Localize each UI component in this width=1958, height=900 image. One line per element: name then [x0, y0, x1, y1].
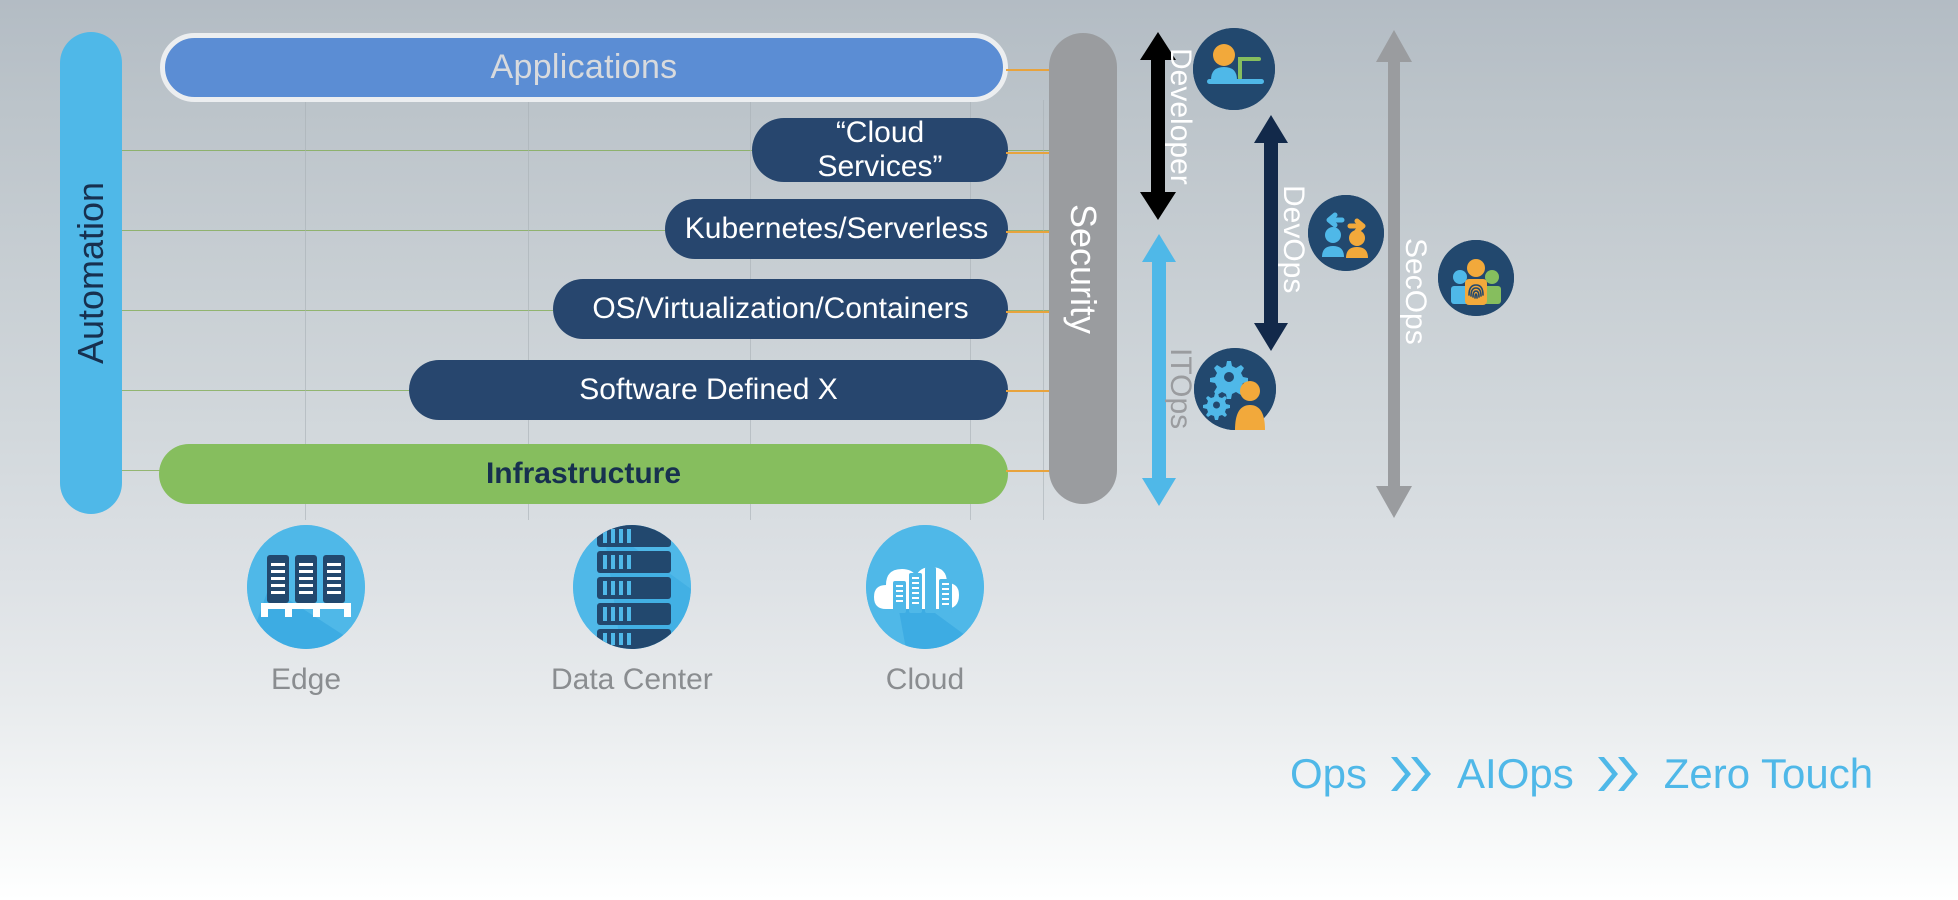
connector-applications-security [1006, 69, 1050, 71]
connector-infrastructure-security [1006, 470, 1050, 472]
stack-layer-label: “Cloud Services” [817, 116, 943, 183]
platform-cloud[interactable]: Cloud [866, 525, 984, 697]
connector-os-virtualization-security [1006, 311, 1050, 313]
security-label: Security [1063, 203, 1105, 334]
platform-edge[interactable]: Edge [247, 525, 365, 697]
developer-label: Developer [1163, 48, 1197, 185]
double-chevron-right-icon [1596, 753, 1642, 795]
itops-label: ITOps [1163, 348, 1197, 429]
itops-persona-icon [1194, 348, 1276, 430]
ops-step-zero-touch[interactable]: Zero Touch [1664, 750, 1873, 798]
gridline-vertical [1043, 100, 1044, 520]
developer-persona-icon [1193, 28, 1275, 110]
stack-layer-infrastructure[interactable]: Infrastructure [159, 444, 1008, 504]
role-label-text: SecOps [1399, 238, 1432, 345]
stack-layer-label: OS/Virtualization/Containers [592, 292, 969, 326]
double-chevron-right-icon [1389, 753, 1435, 795]
platform-label: Cloud [885, 663, 965, 696]
cloud-servers-icon [866, 525, 984, 649]
stack-layer-label: Applications [490, 48, 678, 87]
platform-label: Edge [270, 663, 342, 696]
role-label-text: DevOps [1277, 185, 1310, 294]
secops-persona-icon [1438, 240, 1514, 316]
automation-label: Automation [70, 181, 112, 365]
security-bar[interactable]: Security [1049, 33, 1117, 504]
data-center-stack-icon [572, 525, 691, 649]
ops-step-aiops[interactable]: AIOps [1457, 750, 1574, 798]
stack-layer-label: Infrastructure [485, 457, 682, 491]
role-label-text: ITOps [1164, 348, 1197, 430]
automation-bar[interactable]: Automation [60, 32, 122, 514]
secops-label: SecOps [1398, 238, 1432, 345]
stack-layer-applications[interactable]: Applications [160, 33, 1008, 102]
connector-kubernetes-security [1006, 231, 1050, 233]
stack-layer-label: Software Defined X [579, 373, 838, 407]
diagram-canvas: Automation Applications “Cloud Services”… [0, 0, 1958, 900]
ops-progression: Ops AIOps Zero Touch [1290, 750, 1873, 798]
ops-step-ops[interactable]: Ops [1290, 750, 1367, 798]
devops-label: DevOps [1276, 185, 1310, 293]
stack-layer-label: Kubernetes/Serverless [684, 212, 989, 246]
platform-label: Data Center [551, 663, 713, 696]
connector-cloud-services-security [1006, 152, 1050, 154]
server-racks-icon [247, 525, 365, 649]
stack-layer-kubernetes[interactable]: Kubernetes/Serverless [665, 199, 1008, 259]
stack-layer-os-virtualization[interactable]: OS/Virtualization/Containers [553, 279, 1008, 339]
stack-layer-cloud-services[interactable]: “Cloud Services” [752, 116, 1008, 183]
devops-persona-icon [1308, 195, 1384, 271]
connector-software-defined-x-security [1006, 390, 1050, 392]
platform-data-center[interactable]: Data Center [551, 525, 713, 697]
stack-layer-software-defined-x[interactable]: Software Defined X [409, 360, 1008, 420]
